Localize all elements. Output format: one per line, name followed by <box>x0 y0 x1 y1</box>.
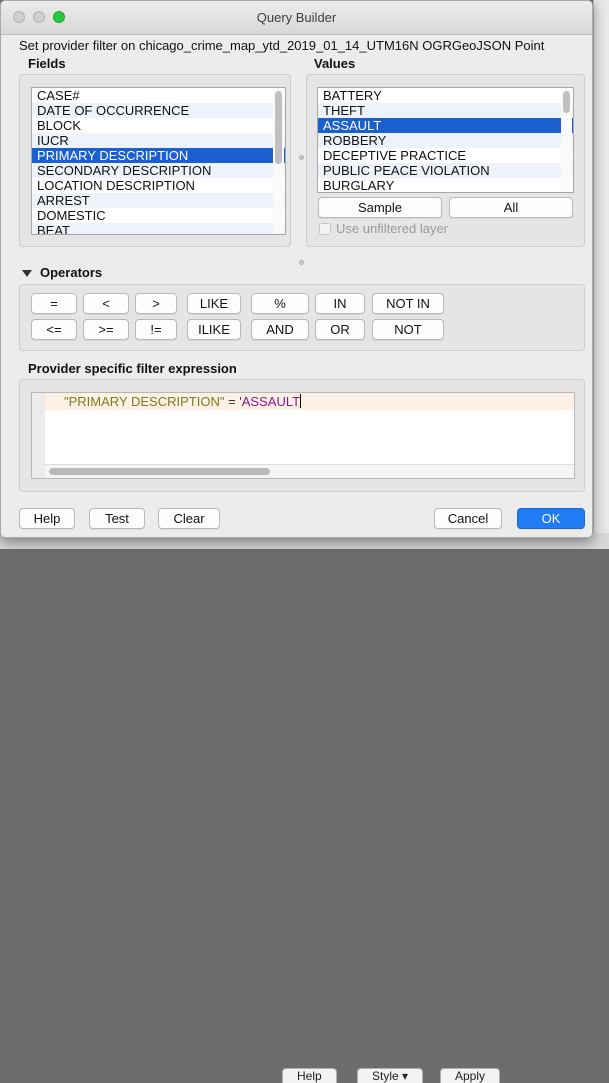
filter-expression-editor[interactable]: "PRIMARY DESCRIPTION" = 'ASSAULT <box>31 392 575 479</box>
operator-button[interactable]: != <box>135 319 177 340</box>
operator-button[interactable]: = <box>31 293 77 314</box>
text-caret <box>300 394 302 408</box>
background-style-button[interactable]: Style ▾ <box>357 1068 424 1083</box>
expression-scroll-thumb[interactable] <box>49 468 270 475</box>
expression-text[interactable]: "PRIMARY DESCRIPTION" = 'ASSAULT <box>64 394 302 410</box>
field-list-item[interactable]: BEAT <box>32 223 285 234</box>
cancel-button[interactable]: Cancel <box>434 508 502 529</box>
value-list-item[interactable]: BURGLARY <box>318 178 573 192</box>
operator-button[interactable]: IN <box>315 293 365 314</box>
operator-button[interactable]: >= <box>83 319 129 340</box>
operator-button[interactable]: > <box>135 293 177 314</box>
sample-button[interactable]: Sample <box>318 197 442 218</box>
operator-button[interactable]: <= <box>31 319 77 340</box>
field-list-item[interactable]: LOCATION DESCRIPTION <box>32 178 285 193</box>
background-help-button[interactable]: Help <box>282 1068 337 1083</box>
value-list-item[interactable]: PUBLIC PEACE VIOLATION <box>318 163 573 178</box>
field-list-item[interactable]: ARREST <box>32 193 285 208</box>
vertical-splitter-handle[interactable] <box>299 155 304 160</box>
title-bar: Query Builder <box>1 1 592 35</box>
field-list-item[interactable]: SECONDARY DESCRIPTION <box>32 163 285 178</box>
field-list-item[interactable]: CASE# <box>32 88 285 103</box>
use-unfiltered-layer-label: Use unfiltered layer <box>336 221 448 236</box>
fields-list[interactable]: CASE# DATE OF OCCURRENCE BLOCK IUCR PRIMARY … <box>31 87 286 235</box>
operator-button[interactable]: OR <box>315 319 365 340</box>
value-list-item[interactable]: ROBBERY <box>318 133 573 148</box>
operator-button[interactable]: NOT <box>372 319 444 340</box>
window-title: Query Builder <box>256 10 337 25</box>
zoom-window-icon[interactable] <box>53 11 65 23</box>
fields-title: Fields <box>28 56 66 71</box>
minimize-window-icon[interactable] <box>33 11 45 23</box>
values-title: Values <box>314 56 356 71</box>
all-button[interactable]: All <box>449 197 573 218</box>
expression-field-token: "PRIMARY DESCRIPTION" <box>64 394 225 409</box>
values-scrollbar[interactable] <box>561 89 572 191</box>
test-button[interactable]: Test <box>89 508 145 529</box>
field-list-item[interactable]: BLOCK <box>32 118 285 133</box>
field-list-item[interactable]: DOMESTIC <box>32 208 285 223</box>
values-list[interactable]: BATTERY THEFT ASSAULT ROBBERY DECEPTIVE PRAC… <box>317 87 574 193</box>
fields-scrollbar[interactable] <box>273 89 284 233</box>
field-list-item[interactable]: IUCR <box>32 133 285 148</box>
horizontal-splitter-handle[interactable] <box>299 260 304 265</box>
values-scroll-thumb[interactable] <box>563 91 570 113</box>
dialog-subtitle: Set provider filter on chicago_crime_map… <box>19 38 545 53</box>
close-window-icon[interactable] <box>13 11 25 23</box>
use-unfiltered-layer-checkbox[interactable] <box>319 223 331 235</box>
collapse-operators-icon[interactable] <box>22 270 32 277</box>
ok-button[interactable]: OK <box>517 508 585 529</box>
operator-button[interactable]: % <box>251 293 309 314</box>
editor-gutter <box>32 393 45 478</box>
expression-operator-token: = <box>224 394 240 409</box>
expression-title: Provider specific filter expression <box>28 361 237 376</box>
expression-value-token: 'ASSAULT <box>239 394 301 409</box>
background-panel <box>593 0 609 549</box>
clear-button[interactable]: Clear <box>158 508 220 529</box>
value-list-item[interactable]: DECEPTIVE PRACTICE <box>318 148 573 163</box>
value-list-item[interactable]: THEFT <box>318 103 573 118</box>
value-list-item[interactable]: ASSAULT <box>318 118 573 133</box>
field-list-item[interactable]: PRIMARY DESCRIPTION <box>32 148 285 163</box>
value-list-item[interactable]: BATTERY <box>318 88 573 103</box>
operator-button[interactable]: ILIKE <box>187 319 241 340</box>
operator-button[interactable]: LIKE <box>187 293 241 314</box>
operators-title[interactable]: Operators <box>40 265 102 280</box>
help-button[interactable]: Help <box>19 508 75 529</box>
fields-scroll-thumb[interactable] <box>275 91 282 164</box>
expression-horizontal-scrollbar[interactable] <box>45 464 574 478</box>
operator-button[interactable]: < <box>83 293 129 314</box>
operator-button[interactable]: NOT IN <box>372 293 444 314</box>
field-list-item[interactable]: DATE OF OCCURRENCE <box>32 103 285 118</box>
background-apply-button[interactable]: Apply <box>440 1068 501 1083</box>
operator-button[interactable]: AND <box>251 319 309 340</box>
query-builder-dialog: Query Builder Set provider filter on chi… <box>0 0 593 538</box>
